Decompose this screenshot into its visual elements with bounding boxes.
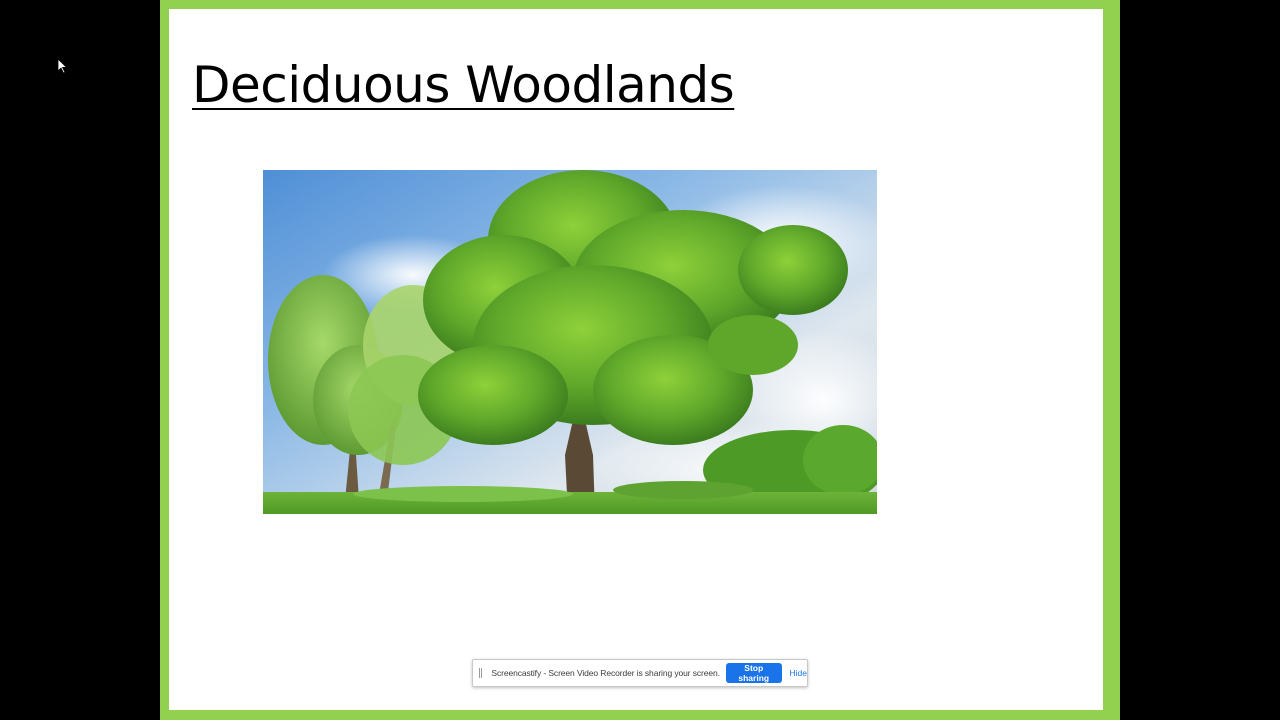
- slide: Deciduous Woodlands: [169, 9, 1103, 710]
- tree-photo: [263, 170, 877, 514]
- drag-handle-icon[interactable]: [479, 668, 483, 678]
- slide-title: Deciduous Woodlands: [192, 56, 735, 114]
- screen: Deciduous Woodlands Screencastify - Scre…: [0, 0, 1280, 720]
- mouse-cursor-icon: [57, 58, 68, 74]
- slide-frame: Deciduous Woodlands: [160, 0, 1120, 720]
- screen-sharing-notification-bar: Screencastify - Screen Video Recorder is…: [472, 659, 808, 687]
- hide-button[interactable]: Hide: [790, 668, 807, 678]
- sharing-message: Screencastify - Screen Video Recorder is…: [491, 668, 720, 678]
- stop-sharing-button[interactable]: Stop sharing: [725, 663, 782, 683]
- tree-photo-image: [263, 170, 877, 514]
